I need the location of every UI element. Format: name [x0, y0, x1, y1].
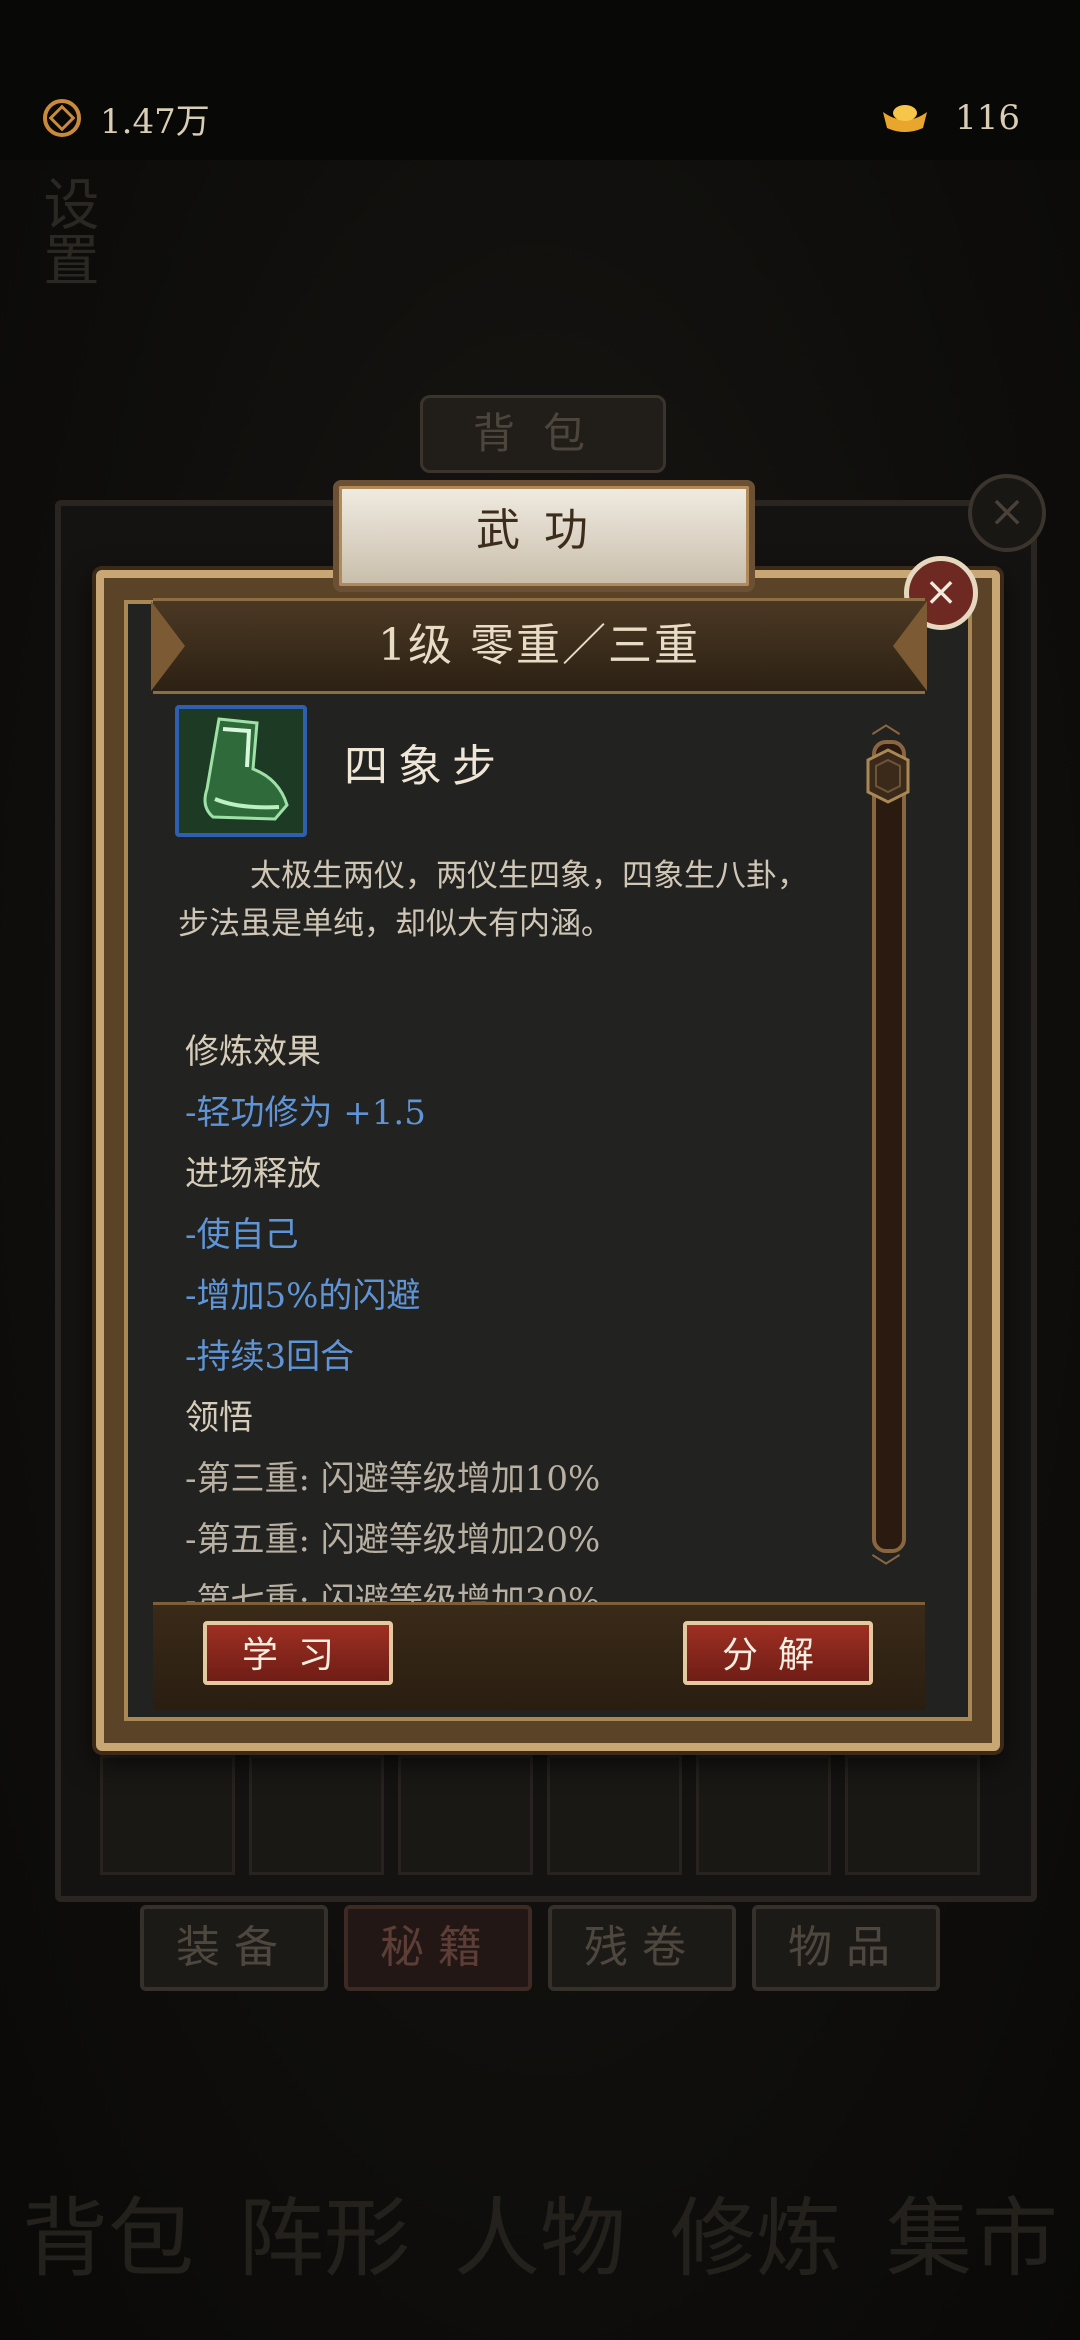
settings-label[interactable]: 设置 [30, 175, 102, 287]
backpack-close-icon[interactable]: × [968, 474, 1046, 552]
skill-description: 太极生两仪，两仪生四象，四象生八卦，步法虽是单纯，却似大有内涵。 [178, 858, 808, 942]
bottom-navigation: 背包 阵形 人物 修炼 集市 [0, 2120, 1080, 2340]
nav-characters[interactable]: 人物 [454, 2168, 626, 2293]
backpack-title: 背包 [420, 395, 666, 473]
item-slot[interactable] [696, 1755, 831, 1875]
backpack-tabs: 装备 秘籍 残卷 物品 [140, 1905, 940, 1991]
decompose-button[interactable]: 分解 [683, 1621, 873, 1685]
nav-training[interactable]: 修炼 [670, 2168, 842, 2293]
nav-formation[interactable]: 阵形 [238, 2168, 410, 2293]
coin-icon [43, 99, 81, 137]
level-banner: 1级 零重／三重 [151, 598, 927, 694]
scroll-down-chevron-icon[interactable]: ﹀ [866, 1555, 906, 1585]
backpack-slot-row [100, 1755, 980, 1875]
tab-manuals[interactable]: 秘籍 [344, 1905, 532, 1991]
effect-line: -使自己 [185, 1215, 299, 1255]
effect-line: -增加5%的闪避 [185, 1276, 421, 1316]
martial-arts-tab: 武功 [333, 480, 755, 592]
section-heading: 修炼效果 [185, 1032, 321, 1072]
gold-ingot-display: 116 [879, 96, 1020, 140]
copper-coin-display: 1.47万 [42, 96, 210, 142]
nav-market[interactable]: 集市 [886, 2168, 1058, 2293]
currency-bar: 1.47万 116 [0, 0, 1080, 160]
item-slot[interactable] [398, 1755, 533, 1875]
scrollbar-thumb[interactable] [866, 748, 910, 804]
game-screen: 1.47万 116 设置 背包 × 装备 秘籍 残卷 物品 背包 阵形 人物 修… [0, 0, 1080, 2340]
scrollbar-track[interactable] [872, 740, 906, 1553]
skill-effects-list[interactable]: 修炼效果 -轻功修为 +1.5 进场释放 -使自己 -增加5%的闪避 -持续3回… [185, 1022, 845, 1607]
section-heading: 进场释放 [185, 1154, 321, 1194]
tab-fragments[interactable]: 残卷 [548, 1905, 736, 1991]
insight-line: -第五重: 闪避等级增加20% [185, 1520, 601, 1560]
item-slot[interactable] [249, 1755, 384, 1875]
ingot-amount: 116 [955, 98, 1020, 138]
item-slot[interactable] [845, 1755, 980, 1875]
learn-button[interactable]: 学习 [203, 1621, 393, 1685]
insight-line: -第三重: 闪避等级增加10% [185, 1459, 601, 1499]
tab-items[interactable]: 物品 [752, 1905, 940, 1991]
effect-line: -持续3回合 [185, 1337, 355, 1377]
gold-ingot-icon [883, 105, 928, 132]
tab-equipment[interactable]: 装备 [140, 1905, 328, 1991]
section-heading: 领悟 [185, 1398, 253, 1438]
action-bar: 学习 分解 [153, 1602, 925, 1710]
coin-amount: 1.47万 [100, 101, 210, 142]
skill-name: 四象步 [344, 741, 506, 792]
level-text: 1级 零重／三重 [378, 620, 700, 671]
boot-skill-icon [175, 705, 307, 837]
item-slot[interactable] [547, 1755, 682, 1875]
effect-line: -轻功修为 +1.5 [185, 1093, 426, 1133]
scroll-up-chevron-icon[interactable]: ︿ [866, 709, 906, 739]
nav-backpack[interactable]: 背包 [22, 2168, 194, 2293]
item-slot[interactable] [100, 1755, 235, 1875]
